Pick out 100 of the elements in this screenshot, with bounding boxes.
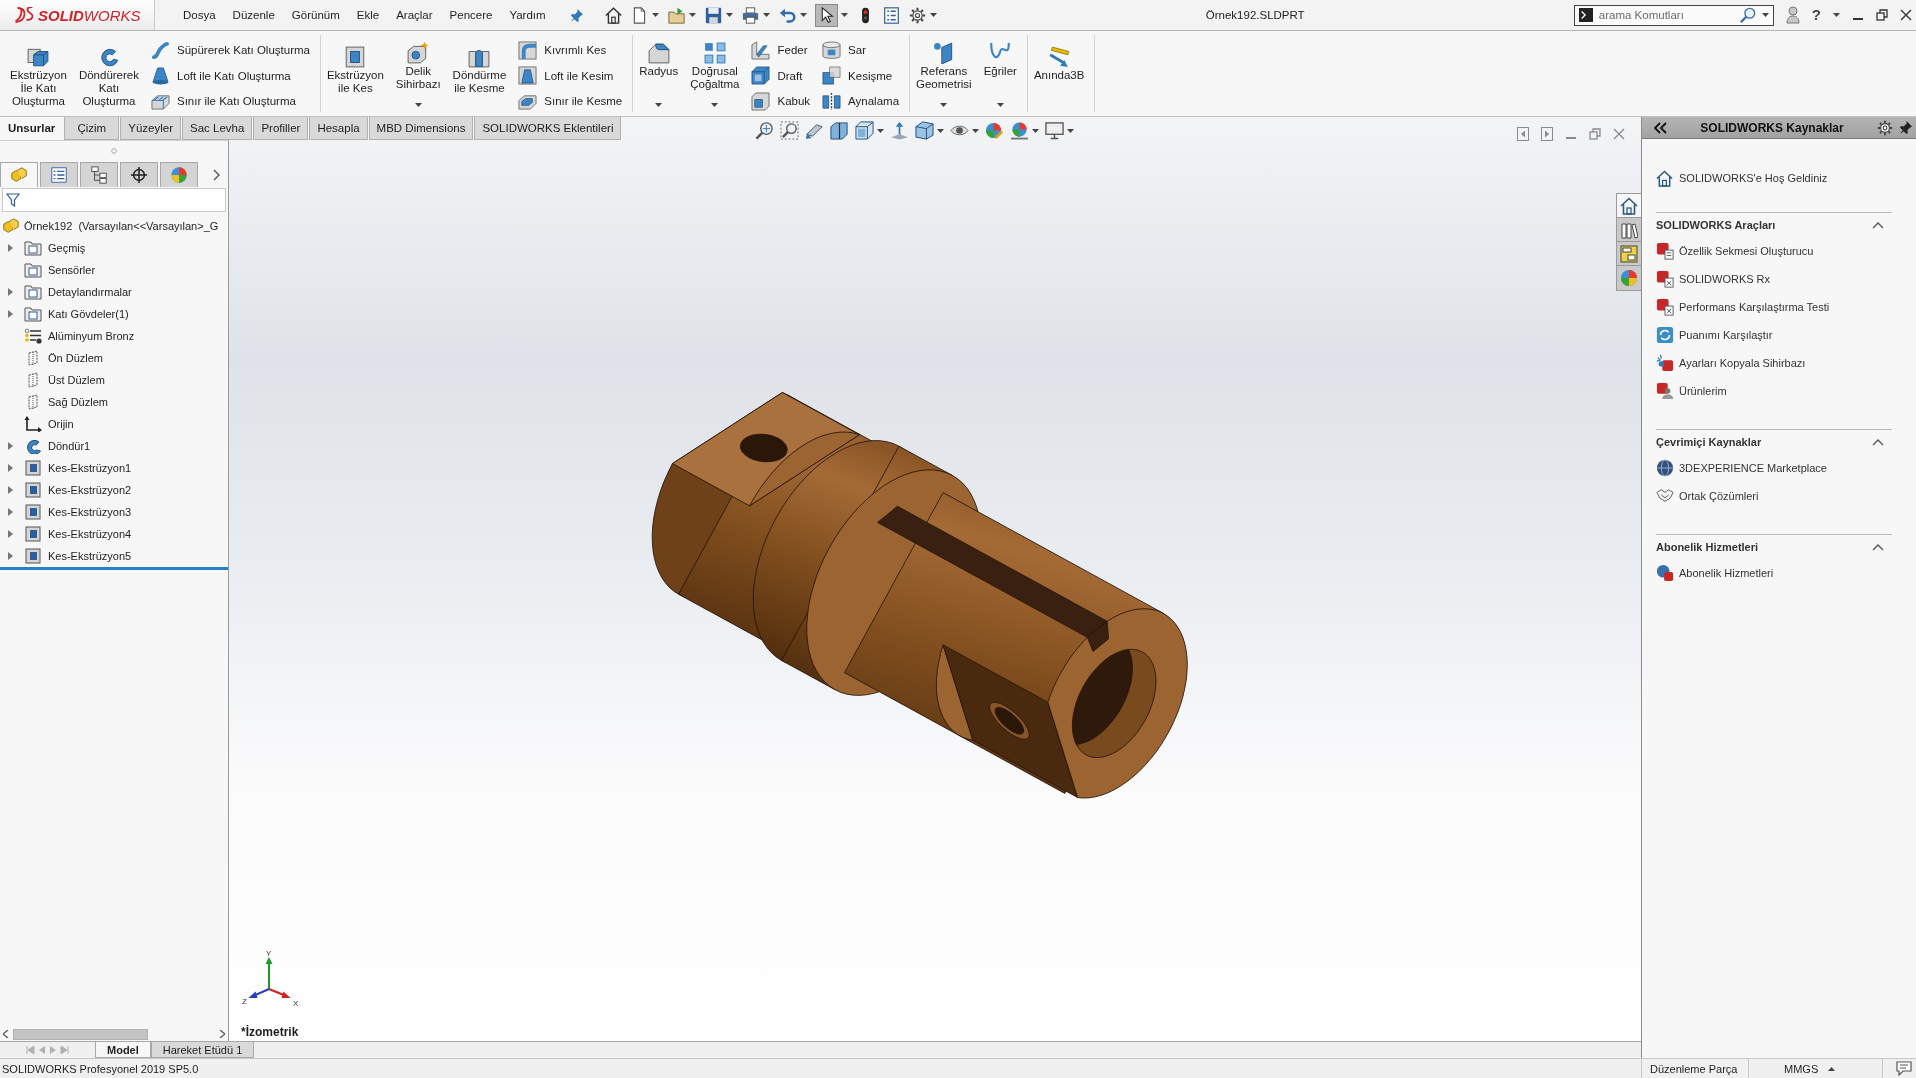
filter-field[interactable] [2, 188, 226, 212]
section-title[interactable]: Çevrimiçi Kaynaklar [1656, 436, 1762, 448]
resource-link[interactable]: Performans Karşılaştırma Testi [1679, 301, 1830, 313]
caret-down-icon[interactable] [1833, 13, 1840, 17]
ribbon-button[interactable]: Draft [751, 64, 811, 87]
ribbon-button[interactable]: Loft ile Katı Oluşturma [151, 64, 310, 87]
tree-item[interactable]: Sağ Düzlem [48, 396, 108, 408]
settings-icon[interactable] [908, 6, 926, 24]
caret-down-icon[interactable] [1761, 13, 1769, 17]
section-view-icon[interactable] [830, 121, 849, 140]
tree-item[interactable]: Alüminyum Bronz [48, 330, 135, 342]
resource-link[interactable]: Ayarları Kopyala Sihirbazı [1679, 357, 1806, 369]
ribbon-tab[interactable]: SOLIDWORKS Eklentileri [474, 117, 622, 140]
task-pane-tab[interactable] [1617, 242, 1641, 266]
search-icon[interactable] [1739, 7, 1756, 23]
tree-item[interactable]: Kes-Ekstrüzyon1 [48, 462, 132, 474]
tree-item[interactable]: Üst Düzlem [48, 374, 105, 386]
ribbon-tab[interactable]: Profiller [253, 117, 309, 140]
caret-down-icon[interactable] [840, 13, 848, 17]
menu-item[interactable]: Dosya [183, 9, 216, 21]
expand-arrow-icon[interactable] [7, 508, 13, 516]
caret-down-icon[interactable] [972, 128, 979, 133]
resource-link[interactable]: Abonelik Hizmetleri [1679, 567, 1774, 579]
pin-icon[interactable] [569, 8, 583, 22]
tree-item[interactable]: Kes-Ekstrüzyon3 [48, 506, 132, 518]
ribbon-button[interactable]: Radyus [639, 35, 679, 112]
tile-left-icon[interactable] [1517, 127, 1529, 141]
display-style-icon[interactable] [915, 121, 934, 140]
menu-item[interactable]: Yardım [509, 9, 546, 21]
menu-item[interactable]: Görünüm [291, 9, 340, 21]
resource-link[interactable]: Ortak Çözümleri [1679, 490, 1759, 502]
tree-item[interactable]: Döndür1 [48, 440, 91, 452]
caret-down-icon[interactable] [655, 103, 663, 107]
monitor-icon[interactable] [1045, 121, 1064, 140]
axis-arrow-icon[interactable] [890, 121, 909, 140]
caret-down-icon[interactable] [414, 103, 422, 107]
undo-icon[interactable] [778, 6, 796, 24]
menu-item[interactable]: Düzenle [232, 9, 275, 21]
appearance-icon[interactable] [985, 121, 1004, 140]
tile-right-icon[interactable] [1541, 127, 1553, 141]
zoom-area-icon[interactable] [780, 121, 799, 140]
search-box[interactable]: arama Komutları [1573, 4, 1774, 26]
tree-item[interactable]: Detaylandırmalar [48, 286, 132, 298]
view-orientation-icon[interactable] [855, 121, 874, 140]
search-field[interactable]: arama Komutları [1598, 6, 1734, 24]
tree-item[interactable]: Kes-Ekstrüzyon4 [48, 528, 132, 540]
ribbon-button[interactable]: Aynalama [822, 90, 900, 112]
chat-bubble-icon[interactable] [1896, 1061, 1912, 1076]
ribbon-button[interactable]: Kıvrımlı Kes [518, 39, 623, 61]
close-icon[interactable] [1900, 9, 1912, 21]
ribbon-tab[interactable]: Çizim [64, 117, 120, 140]
ribbon-button[interactable]: Referans Geometrisi [916, 35, 972, 112]
ribbon-button[interactable]: Anında3B [1033, 35, 1085, 112]
tree-item[interactable]: Kes-Ekstrüzyon2 [48, 484, 132, 496]
expand-arrow-icon[interactable] [7, 552, 13, 560]
caret-down-icon[interactable] [762, 13, 770, 17]
ribbon-tab[interactable]: Yüzeyler [120, 117, 182, 140]
double-chevron-left-icon[interactable] [1654, 121, 1667, 134]
task-pane-tab[interactable] [1617, 218, 1641, 242]
ribbon-button[interactable]: Doğrusal Çoğaltma [690, 35, 740, 112]
ribbon-button[interactable]: Kabuk [751, 90, 811, 112]
ribbon-button[interactable]: Döndürme ile Kesme [452, 35, 507, 112]
tree-item[interactable]: Kes-Ekstrüzyon5 [48, 550, 132, 562]
scene-icon[interactable] [1010, 121, 1029, 140]
resource-link[interactable]: Özellik Sekmesi Oluşturucu [1679, 245, 1814, 257]
tree-item[interactable]: Orijin [48, 418, 74, 430]
ribbon-button[interactable]: Ekstrüzyon İle Katı Oluşturma [10, 35, 67, 112]
caret-down-icon[interactable] [1032, 128, 1039, 133]
chevron-right-icon[interactable] [213, 168, 220, 181]
save-icon[interactable] [704, 6, 722, 24]
menu-item[interactable]: Pencere [449, 9, 493, 21]
ribbon-button[interactable]: Delik Sihirbazı [395, 35, 441, 112]
previous-view-icon[interactable] [805, 121, 824, 140]
scroll-right-icon[interactable] [219, 1030, 225, 1038]
restore-icon[interactable] [1876, 9, 1888, 21]
tree-item[interactable]: Örnek192 (Varsayılan<<Varsayılan>_G [24, 220, 219, 232]
caret-down-icon[interactable] [799, 13, 807, 17]
expand-arrow-icon[interactable] [7, 442, 13, 450]
document-tab[interactable]: Hareket Etüdü 1 [150, 1042, 255, 1058]
expand-arrow-icon[interactable] [7, 464, 13, 472]
caret-down-icon[interactable] [1067, 128, 1074, 133]
ribbon-button[interactable]: Sar [822, 39, 900, 61]
home-icon[interactable] [604, 6, 622, 24]
panel-tab[interactable] [80, 162, 118, 187]
section-title[interactable]: Abonelik Hizmetleri [1656, 541, 1759, 553]
expand-arrow-icon[interactable] [7, 244, 13, 252]
pin-icon[interactable] [1899, 121, 1912, 134]
panel-tab[interactable] [120, 162, 158, 187]
tree-item[interactable]: Geçmiş [48, 242, 86, 254]
caret-down-icon[interactable] [688, 13, 696, 17]
ribbon-button[interactable]: Kesişme [822, 64, 900, 87]
settings-icon[interactable] [1877, 119, 1893, 136]
help-button[interactable]: ? [1811, 7, 1821, 23]
caret-down-icon[interactable] [725, 13, 733, 17]
document-tab[interactable]: Model [95, 1042, 151, 1058]
ribbon-button[interactable]: Ekstrüzyon ile Kes [326, 35, 384, 112]
scrollbar-thumb[interactable] [13, 1028, 148, 1040]
chevron-up-icon[interactable] [1872, 438, 1884, 446]
resource-link[interactable]: Ürünlerim [1679, 385, 1727, 397]
expand-arrow-icon[interactable] [7, 530, 13, 538]
